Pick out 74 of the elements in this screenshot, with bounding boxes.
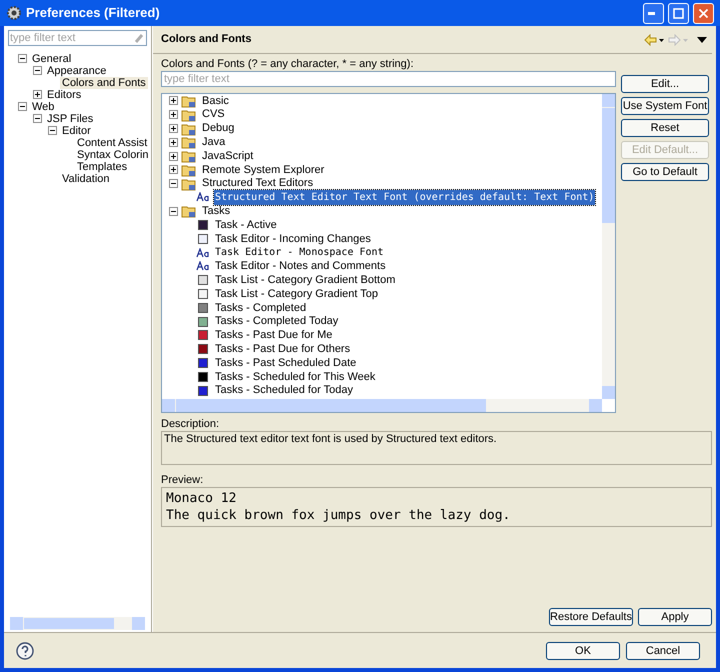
expand-icon[interactable] — [169, 138, 178, 147]
page-button[interactable]: Apply — [638, 608, 712, 626]
gear-icon — [6, 5, 22, 21]
description-label: Description: — [161, 417, 220, 431]
nav-item[interactable]: Appearance — [45, 64, 108, 76]
folder-icon — [181, 204, 197, 218]
horizontal-scrollbar[interactable] — [10, 617, 145, 630]
tree-item[interactable]: Debug — [202, 120, 234, 137]
window-title: Preferences (Filtered) — [26, 4, 161, 22]
nav-item[interactable]: Validation — [60, 172, 112, 184]
preview-label: Preview: — [161, 473, 204, 487]
folder-icon — [181, 176, 197, 191]
maximize-button[interactable] — [668, 2, 689, 24]
close-icon — [698, 8, 709, 18]
side-button[interactable]: Go to Default — [621, 163, 709, 181]
filter-field[interactable]: type filter text — [161, 71, 616, 87]
maximize-icon — [673, 8, 684, 18]
expand-icon[interactable] — [169, 124, 178, 133]
font-icon — [196, 261, 210, 272]
nav-item[interactable]: Web — [30, 100, 56, 112]
collapse-icon[interactable] — [33, 114, 42, 123]
folder-icon — [181, 108, 197, 122]
page-title: Colors and Fonts — [161, 32, 252, 48]
tree-item[interactable]: Tasks - Past Scheduled Date — [214, 354, 358, 372]
expand-icon[interactable] — [169, 152, 178, 161]
preview-text: Monaco 12 — [166, 490, 238, 507]
collapse-icon[interactable] — [18, 102, 27, 111]
side-button[interactable]: Use System Font — [621, 97, 709, 115]
collapse-icon[interactable] — [48, 126, 57, 135]
expand-icon[interactable] — [33, 90, 42, 99]
close-button[interactable] — [693, 2, 714, 24]
tree-item[interactable]: Structured Text Editor Text Font (overrides default: Text Font) — [214, 190, 596, 205]
dialog-button[interactable]: OK — [546, 642, 620, 660]
nav-item[interactable]: Colors and Fonts — [60, 76, 148, 88]
side-button[interactable]: Reset — [621, 119, 709, 137]
nav-item[interactable]: General — [30, 52, 74, 64]
tree-item[interactable]: Tasks - Past Due for Others — [214, 341, 352, 358]
collapse-icon[interactable] — [169, 179, 178, 188]
expand-icon[interactable] — [169, 165, 178, 174]
page-button[interactable]: Restore Defaults — [549, 608, 633, 626]
font-icon — [196, 248, 210, 258]
folder-icon — [181, 149, 197, 164]
minimize-button[interactable] — [643, 2, 664, 24]
nav-item[interactable]: Editors — [45, 88, 84, 100]
filter-label: Colors and Fonts (? = any character, * = any string): — [161, 57, 415, 71]
collapse-icon[interactable] — [18, 54, 27, 63]
horizontal-scrollbar[interactable] — [162, 399, 602, 412]
collapse-icon[interactable] — [169, 206, 178, 216]
nav-item[interactable]: Syntax Colorin — [75, 148, 151, 160]
expand-icon[interactable] — [169, 110, 178, 120]
folder-icon — [181, 94, 197, 108]
nav-item[interactable]: Templates — [75, 160, 130, 172]
folder-icon — [181, 135, 197, 150]
font-icon — [196, 192, 210, 202]
folder-icon — [181, 162, 197, 177]
tree-item[interactable]: Tasks - Past Due for Me — [214, 327, 334, 344]
filter-field[interactable]: type filter text — [8, 30, 147, 46]
folder-icon — [181, 122, 197, 136]
back-icon[interactable] — [644, 34, 666, 46]
nav-item[interactable]: JSP Files — [45, 112, 96, 124]
side-button[interactable]: Edit... — [621, 75, 709, 93]
dialog-button[interactable]: Cancel — [626, 642, 700, 660]
nav-item[interactable]: Editor — [60, 124, 93, 136]
collapse-icon[interactable] — [33, 66, 42, 75]
tree-item[interactable]: Task Editor - Monospace Font — [214, 245, 385, 260]
tree-item[interactable]: Task Editor - Incoming Changes — [214, 230, 372, 248]
tree-item[interactable]: Task Editor - Notes and Comments — [214, 258, 387, 275]
preview-text: The quick brown fox jumps over the lazy dog. — [166, 507, 512, 524]
description-box: The Structured text editor text font is used by Structured text editors. — [161, 431, 712, 465]
help-icon[interactable] — [16, 642, 34, 660]
menu-icon[interactable] — [696, 36, 708, 44]
expand-icon[interactable] — [169, 96, 178, 106]
vertical-scrollbar[interactable] — [602, 94, 615, 399]
nav-item[interactable]: Content Assist — [75, 136, 150, 148]
